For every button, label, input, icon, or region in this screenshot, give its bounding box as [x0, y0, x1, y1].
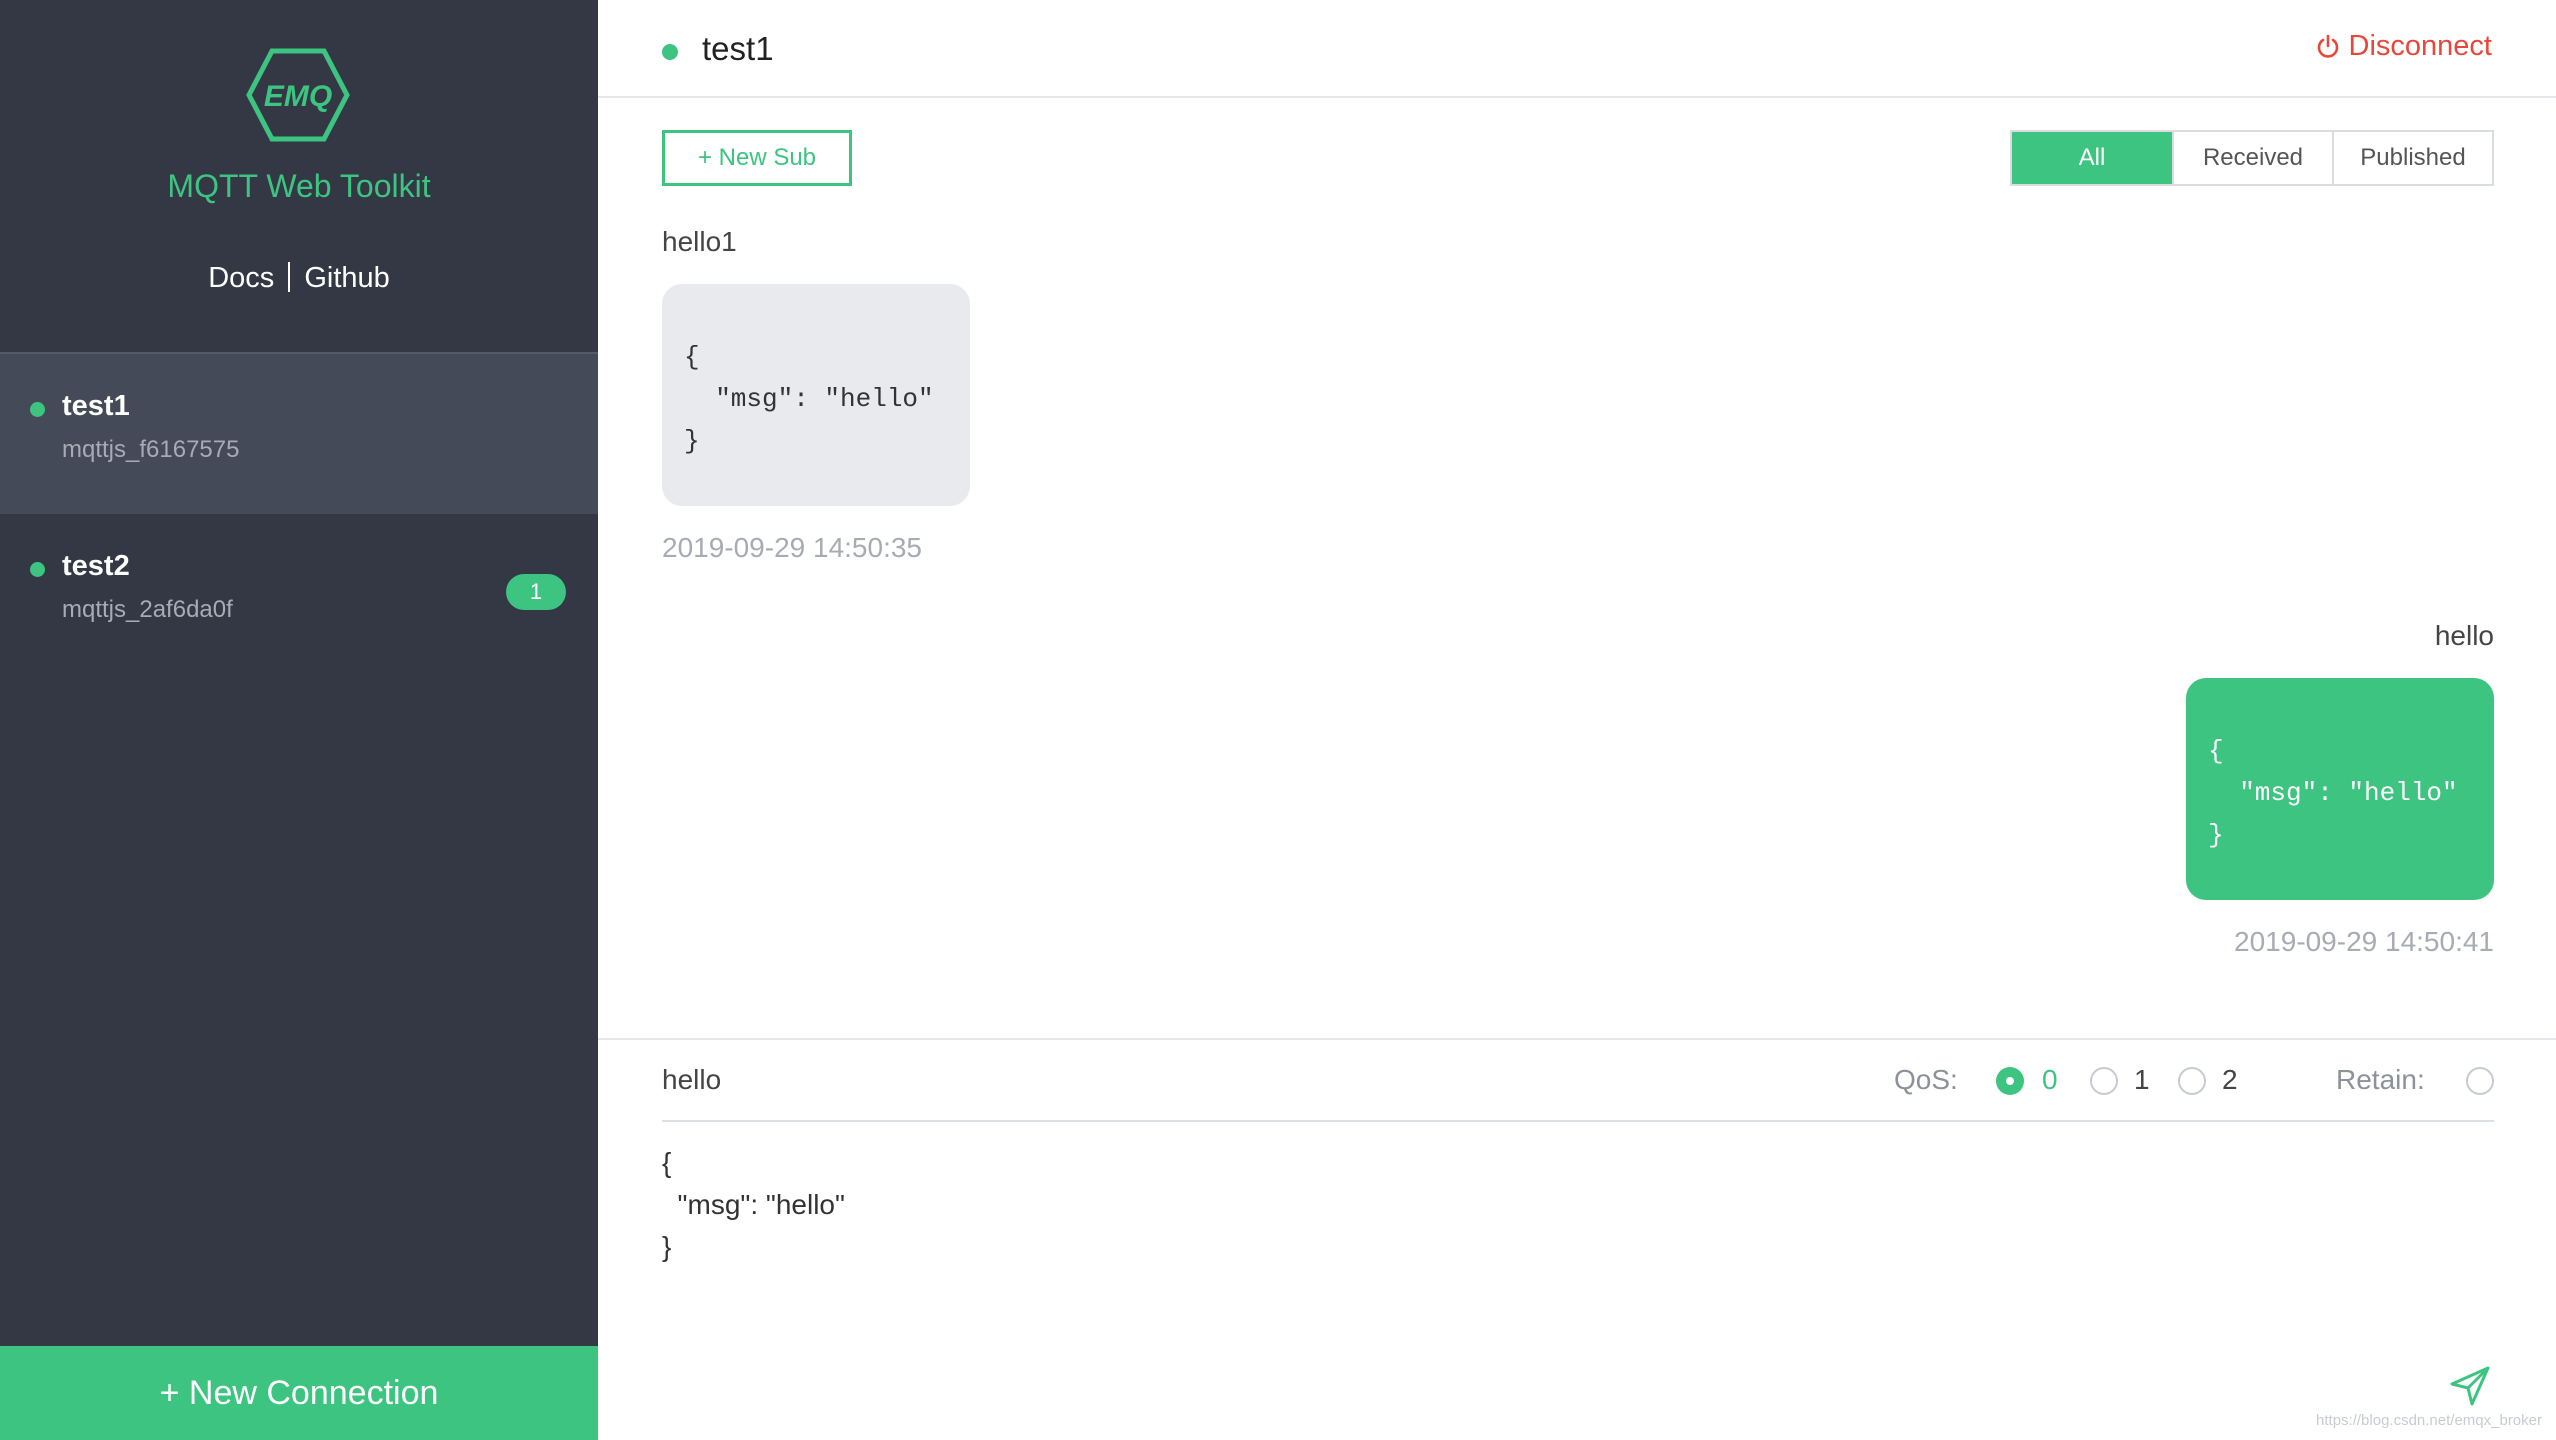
- new-sub-button[interactable]: + New Sub: [662, 130, 852, 186]
- send-icon[interactable]: [2448, 1364, 2492, 1408]
- qos-0-label: 0: [2042, 1064, 2058, 1095]
- link-separator: [288, 262, 291, 292]
- message-topic: hello1: [662, 226, 737, 257]
- connection-item-test2[interactable]: test2 mqttjs_2af6da0f 1: [0, 514, 598, 674]
- qos-1-radio[interactable]: [2090, 1067, 2118, 1095]
- message-time: 2019-09-29 14:50:35: [662, 532, 922, 563]
- connection-status-dot: [30, 402, 45, 417]
- connection-status-dot: [662, 44, 678, 60]
- message-time: 2019-09-29 14:50:41: [2234, 926, 2494, 957]
- disconnect-button[interactable]: Disconnect: [2315, 30, 2492, 63]
- app-title: MQTT Web Toolkit: [167, 168, 431, 204]
- qos-2-label: 2: [2222, 1064, 2238, 1095]
- composer-divider: [598, 1038, 2556, 1040]
- watermark: https://blog.csdn.net/emqx_broker: [2316, 1412, 2542, 1429]
- filter-received[interactable]: Received: [2172, 132, 2332, 184]
- github-link[interactable]: Github: [304, 262, 389, 294]
- message-topic: hello: [2434, 620, 2494, 651]
- qos-2-radio[interactable]: [2178, 1067, 2206, 1095]
- connection-status-dot: [30, 562, 45, 577]
- retain-checkbox[interactable]: [2466, 1067, 2494, 1095]
- qos-0-radio[interactable]: [1996, 1067, 2024, 1095]
- sidebar-links: Docs Github: [0, 262, 598, 295]
- connection-name: test1: [62, 390, 130, 422]
- connection-name: test2: [62, 550, 130, 582]
- qos-label: QoS:: [1894, 1064, 1958, 1095]
- qos-1-label: 1: [2134, 1064, 2150, 1095]
- connection-header: test1 Disconnect: [598, 0, 2556, 98]
- docs-link[interactable]: Docs: [208, 262, 274, 294]
- power-icon: [2317, 34, 2338, 58]
- logo-text: EMQ: [264, 80, 332, 113]
- message-filter: All Received Published: [2010, 130, 2494, 186]
- app-window: EMQ MQTT Web Toolkit Docs Github test1 mq…: [0, 0, 2556, 1440]
- topic-input[interactable]: [662, 1064, 1162, 1096]
- disconnect-label: Disconnect: [2348, 30, 2492, 62]
- payload-input[interactable]: { "msg": "hello" }: [662, 1142, 2362, 1312]
- connection-item-test1[interactable]: test1 mqttjs_f6167575: [0, 354, 598, 514]
- connection-title: test1: [702, 30, 774, 67]
- filter-all[interactable]: All: [2012, 132, 2172, 184]
- sidebar: EMQ MQTT Web Toolkit Docs Github test1 mq…: [0, 0, 598, 1440]
- connection-client-id: mqttjs_f6167575: [62, 436, 240, 463]
- input-divider: [662, 1120, 2494, 1122]
- connection-client-id: mqttjs_2af6da0f: [62, 596, 233, 623]
- filter-published[interactable]: Published: [2332, 132, 2492, 184]
- retain-label: Retain:: [2336, 1064, 2425, 1095]
- unread-badge: 1: [506, 574, 566, 610]
- new-connection-button[interactable]: + New Connection: [0, 1346, 598, 1440]
- received-message-bubble: { "msg": "hello" }: [662, 284, 970, 506]
- emq-logo-icon: EMQ: [246, 48, 350, 142]
- main-panel: test1 Disconnect + New Sub All Received …: [598, 0, 2556, 1440]
- published-message-bubble: { "msg": "hello" }: [2186, 678, 2494, 900]
